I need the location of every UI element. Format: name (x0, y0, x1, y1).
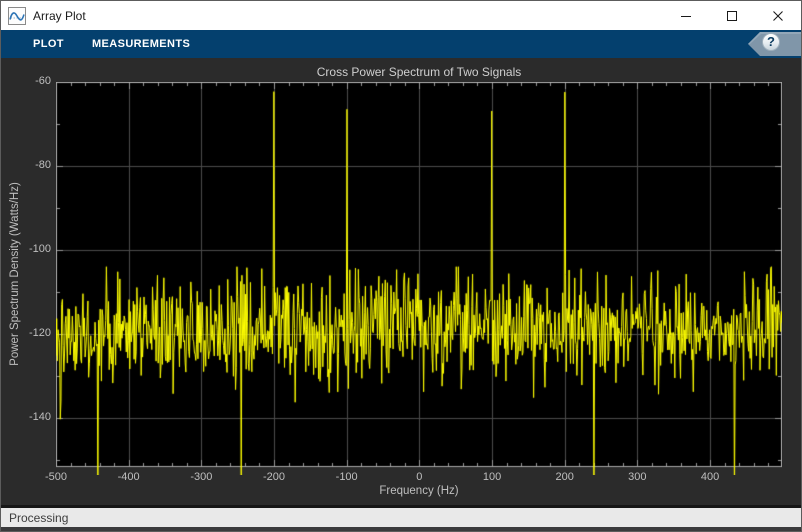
close-icon (773, 10, 783, 21)
y-tick-label: -100 (28, 242, 51, 255)
x-tick-label: 400 (700, 471, 720, 483)
y-tick-label: -80 (35, 158, 51, 171)
plot-canvas[interactable] (56, 82, 782, 475)
toolstrip: PLOT MEASUREMENTS ? (1, 30, 801, 58)
titlebar: Array Plot (1, 1, 801, 30)
x-tick-label: -300 (190, 471, 213, 483)
minimize-button[interactable] (663, 1, 709, 30)
statusbar: Processing (1, 505, 801, 531)
minimize-icon (681, 15, 691, 17)
y-tick-label: -120 (28, 326, 51, 339)
x-tick-label: -400 (117, 471, 140, 483)
window-title: Array Plot (33, 8, 86, 23)
status-text: Processing (9, 510, 69, 525)
tab-plot[interactable]: PLOT (19, 30, 78, 58)
x-tick-label: 200 (555, 471, 574, 483)
x-tick-label: -200 (262, 471, 286, 483)
maximize-icon (727, 10, 737, 21)
sine-wave-icon (8, 6, 26, 25)
y-tick-label: -140 (28, 410, 51, 423)
figure-area: Cross Power Spectrum of Two Signals Powe… (1, 58, 801, 505)
array-plot-window: Array Plot PLOT MEASUREMENTS ? Cross Pow… (0, 0, 802, 532)
x-axis-label: Frequency (Hz) (379, 485, 459, 497)
x-tick-label: -500 (44, 471, 68, 483)
x-tick-label: 0 (416, 471, 423, 483)
plot-title: Cross Power Spectrum of Two Signals (316, 65, 522, 79)
maximize-button[interactable] (709, 1, 755, 30)
x-tick-label: 100 (482, 471, 502, 483)
help-banner-shape (748, 32, 801, 56)
help-button[interactable] (747, 32, 801, 56)
x-tick-label: -100 (335, 471, 358, 483)
tab-measurements[interactable]: MEASUREMENTS (78, 30, 204, 58)
y-tick-label: -60 (35, 75, 51, 87)
close-button[interactable] (755, 1, 801, 30)
x-tick-label: 300 (628, 471, 647, 483)
